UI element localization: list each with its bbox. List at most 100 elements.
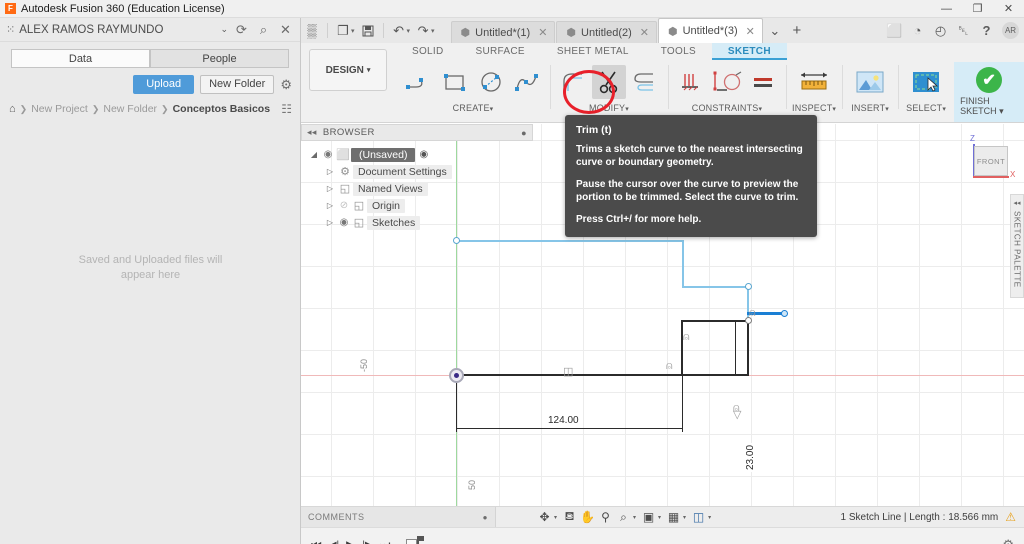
search-icon[interactable]: ⌕ [255, 22, 272, 38]
look-at-icon[interactable]: ⛾ [561, 508, 578, 527]
app-grid-icon[interactable]: ⁙ [6, 23, 15, 36]
select-tool-icon[interactable] [904, 62, 948, 102]
dimension-line-horizontal[interactable] [456, 428, 683, 429]
chevron-down-icon[interactable]: ▾ [708, 514, 711, 521]
chevron-down-icon[interactable]: ▾ [554, 514, 557, 521]
upload-button[interactable]: Upload [133, 75, 195, 94]
gear-icon[interactable]: ⚙ [280, 77, 292, 93]
chevron-down-icon[interactable]: ▾ [633, 514, 636, 521]
sketch-line-step-vert[interactable] [681, 320, 683, 376]
trim-tool-icon[interactable] [592, 65, 626, 99]
browser-row-sketches[interactable]: ▷ ◉ ◱ Sketches [301, 214, 533, 231]
dimension-value-horizontal[interactable]: 124.00 [546, 415, 581, 426]
step-forward-button[interactable]: |▶ [362, 540, 372, 544]
browser-options-icon[interactable]: ● [521, 128, 527, 138]
circle-tool-icon[interactable] [474, 65, 508, 99]
minimize-button[interactable]: — [931, 0, 962, 18]
chevron-down-icon[interactable]: ▾ [683, 514, 686, 521]
account-name[interactable]: ALEX RAMOS RAYMUNDO [19, 24, 217, 36]
dimension-line-vertical[interactable] [735, 322, 736, 374]
rectangle-tool-icon[interactable] [438, 65, 472, 99]
origin-point[interactable] [449, 368, 464, 383]
close-icon[interactable]: ✕ [746, 25, 755, 38]
ribbon-tab-sheet-metal[interactable]: SHEET METAL [541, 43, 645, 60]
browser-row-origin[interactable]: ▷ ⊘ ◱ Origin [301, 197, 533, 214]
close-icon[interactable]: ✕ [538, 26, 547, 39]
constraint-trim-preview-icon[interactable]: ▽ [733, 408, 741, 421]
jobs-icon[interactable]: ◴ [929, 18, 952, 43]
display-settings-icon[interactable]: ▣ [640, 508, 657, 527]
measure-tool-icon[interactable] [792, 62, 836, 102]
expand-icon[interactable]: ▷ [323, 184, 337, 193]
constraint-perpendicular-icon[interactable]: ⍝ [749, 307, 756, 320]
viewports-icon[interactable]: ◫ [690, 508, 707, 527]
close-button[interactable]: ✕ [993, 0, 1024, 18]
tab-people[interactable]: People [150, 49, 289, 68]
sketch-point[interactable] [453, 237, 460, 244]
sketch-palette-tab[interactable]: ◂◂ SKETCH PALETTE [1010, 194, 1024, 298]
offset-tool-icon[interactable] [628, 65, 662, 99]
notifications-icon[interactable]: ␇ [952, 18, 975, 43]
timeline-sketch-marker[interactable] [406, 536, 425, 544]
tab-data[interactable]: Data [11, 49, 150, 68]
sketch-line-bottom[interactable] [456, 374, 749, 376]
pan-icon[interactable]: ✋ [579, 508, 596, 527]
expand-icon[interactable]: ▷ [323, 167, 337, 176]
extensions-icon[interactable]: ◔ [906, 18, 929, 43]
play-button[interactable]: ▶ [346, 538, 355, 544]
chevron-down-icon[interactable]: ⌄ [220, 24, 228, 35]
globe-icon[interactable]: ☷ [281, 102, 292, 116]
ribbon-tab-tools[interactable]: TOOLS [645, 43, 712, 60]
expand-icon[interactable]: ▷ [323, 218, 337, 227]
ribbon-tab-surface[interactable]: SURFACE [460, 43, 541, 60]
activate-radio-icon[interactable]: ◉ [419, 149, 428, 160]
grid-snaps-icon[interactable]: ▦ [665, 508, 682, 527]
equal-constraint-icon[interactable] [746, 65, 780, 99]
chevron-down-icon[interactable]: ▾ [658, 514, 661, 521]
view-cube[interactable]: FRONT Z X [968, 134, 1015, 184]
zoom-icon[interactable]: ⚲ [597, 508, 614, 527]
sketch-line-right-vert[interactable] [747, 320, 749, 376]
breadcrumb-item-project[interactable]: New Project [31, 103, 88, 115]
refresh-icon[interactable]: ⟳ [233, 22, 250, 38]
help-icon[interactable]: ? [975, 18, 998, 43]
collapse-icon[interactable]: ◂◂ [307, 127, 317, 138]
new-folder-button[interactable]: New Folder [200, 75, 275, 94]
chevron-down-icon[interactable]: ▾ [351, 27, 355, 35]
step-back-button[interactable]: ◀| [329, 540, 339, 544]
apps-grid-icon[interactable]: ▒ [301, 18, 323, 43]
tangent-constraint-icon[interactable] [710, 65, 744, 99]
constraint-perpendicular-icon[interactable]: ⍝ [666, 360, 673, 373]
sketch-line-step-top[interactable] [681, 320, 749, 322]
sketch-point[interactable] [745, 283, 752, 290]
expand-icon[interactable]: ▷ [323, 201, 337, 210]
visibility-icon[interactable]: ⊘ [337, 200, 351, 211]
comments-options-icon[interactable]: ● [483, 513, 488, 522]
new-tab-icon[interactable]: + [786, 18, 808, 43]
document-tab-1[interactable]: ⬢ Untitled*(1) ✕ [450, 21, 556, 43]
feedback-icon[interactable]: ⬜ [883, 18, 906, 43]
breadcrumb-item-folder[interactable]: New Folder [103, 103, 157, 115]
warning-icon[interactable]: ⚠ [1005, 510, 1016, 524]
document-tab-2[interactable]: ⬢ Untitled(2) ✕ [556, 21, 657, 43]
avatar[interactable]: AR [1002, 22, 1019, 39]
view-cube-face[interactable]: FRONT [974, 146, 1008, 176]
browser-row-unsaved[interactable]: ◢ ◉ ⬜ (Unsaved) ◉ [301, 146, 533, 163]
go-to-beginning-button[interactable]: ⏮ [311, 538, 322, 544]
close-panel-icon[interactable]: ✕ [277, 22, 294, 38]
line-tool-icon[interactable] [402, 65, 436, 99]
close-icon[interactable]: ✕ [640, 26, 649, 39]
ribbon-tab-solid[interactable]: SOLID [396, 43, 460, 60]
restore-button[interactable]: ❐ [962, 0, 993, 18]
visibility-icon[interactable]: ◉ [321, 149, 335, 160]
spline-tool-icon[interactable] [510, 65, 544, 99]
save-icon[interactable] [357, 18, 379, 43]
timeline-settings-icon[interactable]: ⚙ [1002, 537, 1024, 544]
dimension-value-vertical[interactable]: 23.00 [745, 442, 756, 472]
fix-constraint-icon[interactable] [674, 65, 708, 99]
chevron-down-icon[interactable]: ▾ [407, 27, 411, 35]
zoom-window-icon[interactable]: ⌕ [615, 508, 632, 527]
visibility-icon[interactable]: ◉ [337, 217, 351, 228]
browser-row-document-settings[interactable]: ▷ ⚙ Document Settings [301, 163, 533, 180]
document-tab-3[interactable]: ⬢ Untitled*(3) ✕ [657, 18, 763, 43]
